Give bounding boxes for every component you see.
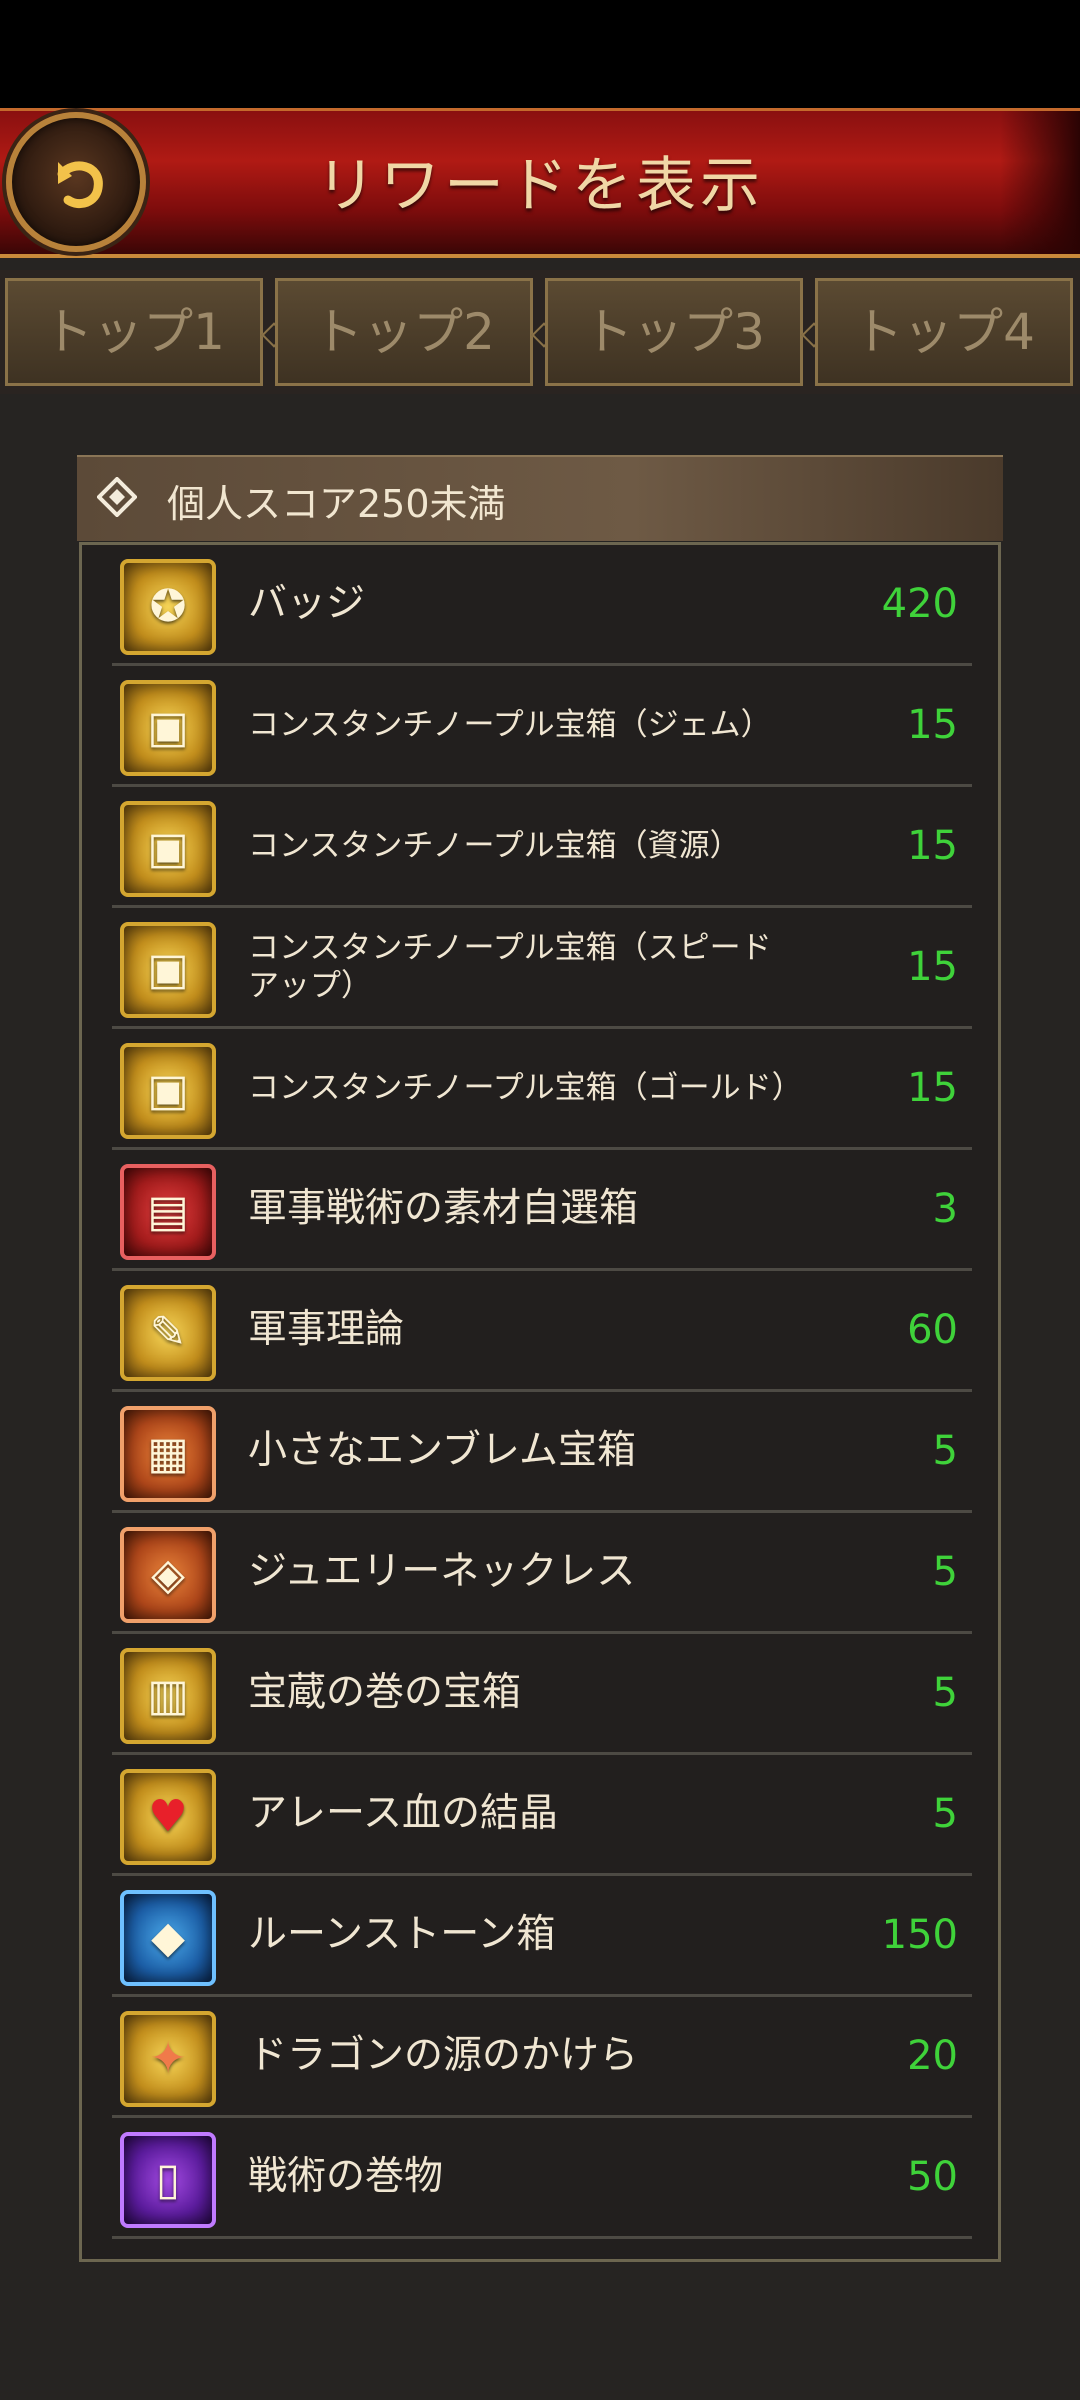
reward-name: ドラゴンの源のかけら: [248, 2033, 639, 2078]
necklace-icon: ◈: [120, 1527, 216, 1623]
reward-quantity: 5: [932, 1791, 958, 1837]
gem-chest-icon: ▣: [120, 680, 216, 776]
tab-top4[interactable]: トップ4: [815, 278, 1073, 386]
back-button[interactable]: [6, 112, 146, 252]
reward-row: ▣ コンスタンチノープル宝箱（資源） 15: [112, 787, 972, 908]
reward-row: ✪ バッジ 420: [112, 545, 972, 666]
reward-name: バッジ: [248, 581, 366, 626]
diamond-icon: [97, 477, 137, 517]
reward-name: コンスタンチノープル宝箱（資源）: [248, 828, 741, 864]
tab-top3[interactable]: トップ3: [545, 278, 803, 386]
reward-quantity: 20: [907, 2033, 958, 2079]
reward-name: コンスタンチノープル宝箱（ゴールド）: [248, 1070, 803, 1106]
page-title: リワードを表示: [316, 151, 764, 221]
back-arrow-icon: [57, 161, 103, 208]
reward-name: 宝蔵の巻の宝箱: [248, 1670, 522, 1715]
reward-row: ▣ コンスタンチノープル宝箱（スピードアップ） 15: [112, 908, 972, 1029]
blood-crystal-icon: ♥: [120, 1769, 216, 1865]
material-chest-icon: ▤: [120, 1164, 216, 1260]
resource-chest-icon: ▣: [120, 801, 216, 897]
reward-name: アレース血の結晶: [248, 1791, 559, 1836]
scroll-icon: ✎: [120, 1285, 216, 1381]
tab-top1[interactable]: トップ1: [5, 278, 263, 386]
reward-quantity: 50: [907, 2154, 958, 2200]
tactics-scroll-icon: ▯: [120, 2132, 216, 2228]
reward-name: 戦術の巻物: [248, 2154, 444, 2199]
section-header: 個人スコア250未満: [77, 455, 1003, 541]
reward-quantity: 15: [907, 1065, 958, 1111]
badge-icon: ✪: [120, 559, 216, 655]
reward-row: ▦ 小さなエンブレム宝箱 5: [112, 1392, 972, 1513]
reward-quantity: 5: [932, 1549, 958, 1595]
reward-quantity: 60: [907, 1307, 958, 1353]
reward-name: ジュエリーネックレス: [248, 1549, 636, 1594]
reward-row: ◈ ジュエリーネックレス 5: [112, 1513, 972, 1634]
section-title: 個人スコア250未満: [167, 482, 506, 526]
reward-quantity: 150: [881, 1912, 958, 1958]
reward-quantity: 5: [932, 1670, 958, 1716]
reward-name: 軍事理論: [248, 1307, 405, 1352]
reward-quantity: 3: [932, 1186, 958, 1232]
header-bar: リワードを表示: [0, 108, 1080, 258]
reward-quantity: 420: [881, 581, 958, 627]
emblem-chest-icon: ▦: [120, 1406, 216, 1502]
runestone-box-icon: ◆: [120, 1890, 216, 1986]
reward-name: 小さなエンブレム宝箱: [248, 1428, 637, 1473]
reward-quantity: 15: [907, 823, 958, 869]
reward-list[interactable]: ✪ バッジ 420 ▣ コンスタンチノープル宝箱（ジェム） 15 ▣ コンスタン…: [79, 542, 1001, 2262]
dragon-shard-icon: ✦: [120, 2011, 216, 2107]
reward-name: コンスタンチノープル宝箱（スピードアップ）: [248, 930, 772, 1004]
reward-row: ♥ アレース血の結晶 5: [112, 1755, 972, 1876]
reward-row: ◆ ルーンストーン箱 150: [112, 1876, 972, 1997]
tab-top2[interactable]: トップ2: [275, 278, 533, 386]
gold-chest-icon: ▣: [120, 1043, 216, 1139]
reward-row: ▤ 軍事戦術の素材自選箱 3: [112, 1150, 972, 1271]
tab-bar: トップ1 トップ2 トップ3 トップ4: [0, 270, 1080, 394]
reward-row: ▣ コンスタンチノープル宝箱（ジェム） 15: [112, 666, 972, 787]
reward-row: ▯ 戦術の巻物 50: [112, 2118, 972, 2239]
reward-quantity: 15: [907, 944, 958, 990]
reward-row: ✦ ドラゴンの源のかけら 20: [112, 1997, 972, 2118]
speedup-chest-icon: ▣: [120, 922, 216, 1018]
reward-row: ✎ 軍事理論 60: [112, 1271, 972, 1392]
reward-quantity: 15: [907, 702, 958, 748]
reward-row: ▣ コンスタンチノープル宝箱（ゴールド） 15: [112, 1029, 972, 1150]
treasure-chest-icon: ▥: [120, 1648, 216, 1744]
reward-name: ルーンストーン箱: [248, 1912, 556, 1957]
status-bar: [0, 0, 1080, 108]
reward-name: コンスタンチノープル宝箱（ジェム）: [248, 707, 772, 743]
reward-name: 軍事戦術の素材自選箱: [248, 1186, 639, 1231]
reward-row: ▥ 宝蔵の巻の宝箱 5: [112, 1634, 972, 1755]
reward-quantity: 5: [932, 1428, 958, 1474]
